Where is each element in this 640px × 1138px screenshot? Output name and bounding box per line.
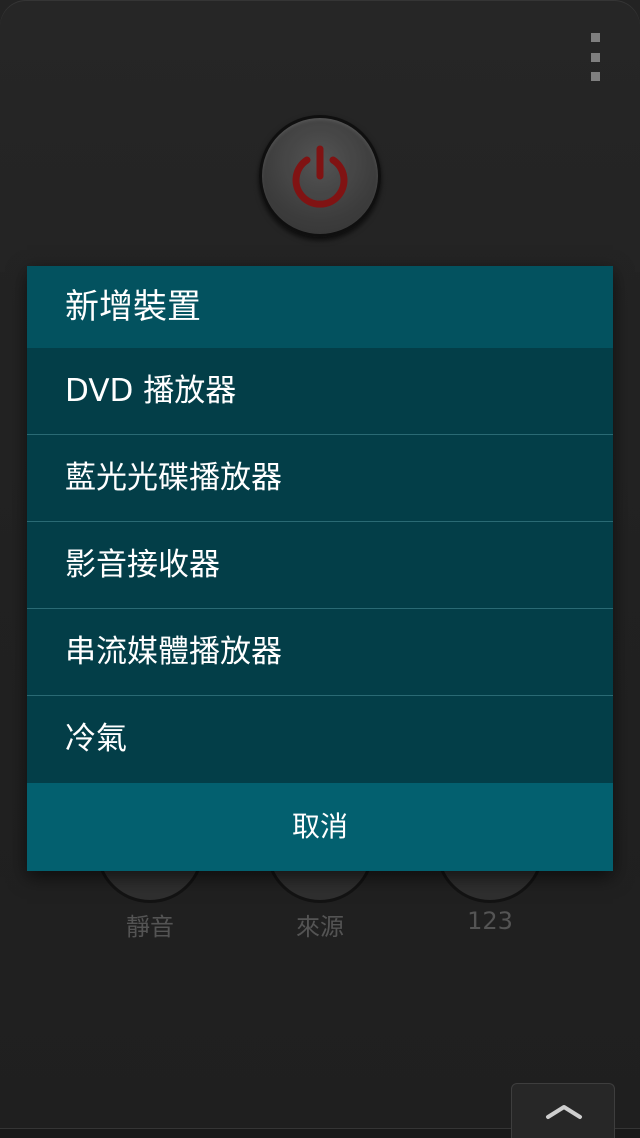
cancel-button[interactable]: 取消 [27, 783, 613, 871]
device-option-dvd-player[interactable]: DVD 播放器 [27, 348, 613, 435]
device-option-streaming-player[interactable]: 串流媒體播放器 [27, 609, 613, 696]
device-option-air-conditioner[interactable]: 冷氣 [27, 696, 613, 783]
dialog-title: 新增裝置 [27, 266, 613, 348]
add-device-dialog: 新增裝置 DVD 播放器 藍光光碟播放器 影音接收器 串流媒體播放器 冷氣 取消 [27, 266, 613, 871]
device-option-bluray-player[interactable]: 藍光光碟播放器 [27, 435, 613, 522]
device-type-list: DVD 播放器 藍光光碟播放器 影音接收器 串流媒體播放器 冷氣 [27, 348, 613, 783]
remote-screen: 靜音 來源 123 新增裝置 DVD 播放器 藍光光碟播放器 影音接收器 串流媒… [0, 0, 640, 1138]
device-option-av-receiver[interactable]: 影音接收器 [27, 522, 613, 609]
